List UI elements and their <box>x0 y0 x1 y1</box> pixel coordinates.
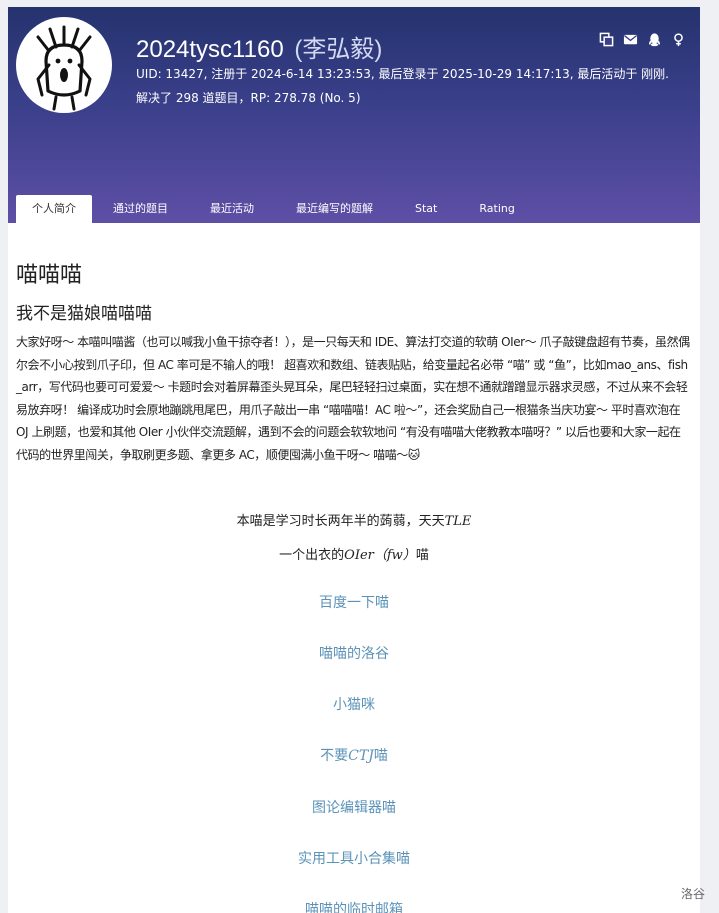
header-icon-group <box>599 32 686 47</box>
math-text: TLE <box>444 514 472 529</box>
user-meta-line: UID: 13427, 注册于 2024-6-14 13:23:53, 最后登录… <box>136 67 669 81</box>
link-text: 喵喵的临时邮箱 <box>305 902 403 913</box>
mail-icon[interactable] <box>623 32 638 47</box>
avatar-drawing <box>36 25 92 111</box>
avatar[interactable] <box>16 17 112 113</box>
tab-recent-activity[interactable]: 最近活动 <box>189 195 275 223</box>
link-luogu[interactable]: 喵喵的洛谷 <box>16 643 692 663</box>
intro-heading: 喵喵喵 <box>16 263 83 288</box>
tab-intro[interactable]: 个人简介 <box>16 195 92 223</box>
intro-line-oier: 一个出衣的OIer（fw）喵 <box>16 544 692 563</box>
profile-page: 2024tysc1160 (李弘毅) UID: 13427, 注册于 2024-… <box>8 7 700 913</box>
qq-icon[interactable] <box>647 32 662 47</box>
math-text: OIer（fw） <box>344 548 416 563</box>
gender-male-icon[interactable] <box>671 32 686 47</box>
link-no-ctj[interactable]: 不要CTJ喵 <box>16 745 692 765</box>
line-text: 一个出衣的 <box>279 548 345 563</box>
tab-recent-solutions[interactable]: 最近编写的题解 <box>275 195 394 223</box>
link-text: 小猫咪 <box>333 697 375 713</box>
link-text: 不要 <box>320 748 349 764</box>
link-text: 实用工具小合集喵 <box>298 851 410 867</box>
line-text: 喵 <box>415 548 429 563</box>
username: 2024tysc1160 <box>136 36 284 63</box>
profile-tabs: 个人简介 通过的题目 最近活动 最近编写的题解 Stat Rating <box>16 195 536 223</box>
tab-solved-problems[interactable]: 通过的题目 <box>92 195 189 223</box>
tab-stat[interactable]: Stat <box>394 195 458 223</box>
link-kitten[interactable]: 小猫咪 <box>16 694 692 714</box>
realname: (李弘毅) <box>294 36 383 63</box>
math-text: CTJ <box>348 748 374 764</box>
site-watermark: 洛谷 <box>680 887 705 901</box>
link-text: 喵喵的洛谷 <box>319 646 389 662</box>
line-text: 本喵是学习时长两年半的蒟蒻，天天 <box>236 514 445 529</box>
username-title: 2024tysc1160 (李弘毅) <box>136 29 382 64</box>
link-temp-mail[interactable]: 喵喵的临时邮箱 <box>16 899 692 913</box>
link-text: 百度一下喵 <box>319 595 389 611</box>
copy-icon[interactable] <box>599 32 614 47</box>
link-baidu[interactable]: 百度一下喵 <box>16 592 692 612</box>
user-stats-line: 解决了 298 道题目，RP: 278.78 (No. 5) <box>136 91 361 105</box>
intro-line-tle: 本喵是学习时长两年半的蒟蒻，天天TLE <box>16 510 692 529</box>
link-tools[interactable]: 实用工具小合集喵 <box>16 848 692 868</box>
link-text: 喵 <box>373 748 388 764</box>
intro-subheading: 我不是猫娘喵喵喵 <box>16 304 152 324</box>
tab-rating[interactable]: Rating <box>458 195 535 223</box>
intro-paragraph: 大家好呀～ 本喵叫喵酱（也可以喊我小鱼干掠夺者！），是一只每天和 IDE、算法打… <box>16 335 690 462</box>
link-text: 图论编辑器喵 <box>312 800 396 816</box>
profile-header: 2024tysc1160 (李弘毅) UID: 13427, 注册于 2024-… <box>8 7 700 223</box>
link-graph-editor[interactable]: 图论编辑器喵 <box>16 797 692 817</box>
